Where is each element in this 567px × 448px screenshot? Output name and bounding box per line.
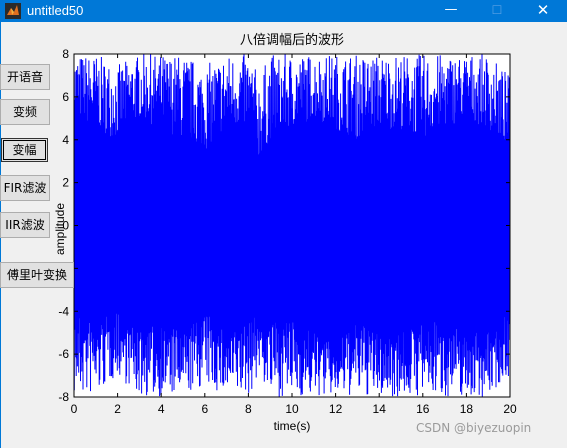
x-tick-label: 2 xyxy=(114,402,121,416)
iir-filter-button[interactable]: IIR滤波 xyxy=(0,212,50,238)
x-tick-label: 20 xyxy=(503,402,517,416)
x-tick-label: 8 xyxy=(245,402,252,416)
x-tick-label: 12 xyxy=(329,402,343,416)
fourier-transform-button[interactable]: 傅里叶变换 xyxy=(0,262,74,288)
y-tick-label: 4 xyxy=(62,133,69,147)
plot-canvas: 0246810121416182086420-2-4-6-8 xyxy=(58,47,517,416)
x-tick-label: 16 xyxy=(416,402,430,416)
x-tick-label: 6 xyxy=(201,402,208,416)
watermark: CSDN @biyezuopin xyxy=(416,421,532,435)
plot-title: 八倍调幅后的波形 xyxy=(239,33,344,48)
fir-filter-button[interactable]: FIR滤波 xyxy=(0,175,50,201)
x-tick-label: 14 xyxy=(373,402,387,416)
open-voice-button[interactable]: 开语音 xyxy=(0,64,50,90)
y-tick-label: -4 xyxy=(58,304,69,318)
y-tick-label: 6 xyxy=(62,90,69,104)
y-tick-label: 8 xyxy=(62,47,69,61)
change-amplitude-button[interactable]: 变幅 xyxy=(1,138,48,162)
x-tick-label: 4 xyxy=(158,402,165,416)
y-axis-label: amplitude xyxy=(53,202,68,256)
x-tick-label: 10 xyxy=(285,402,299,416)
y-tick-label: -6 xyxy=(58,347,69,361)
y-tick-label: -8 xyxy=(58,390,69,404)
x-tick-label: 0 xyxy=(71,402,78,416)
y-tick-label: 2 xyxy=(62,176,69,190)
x-tick-label: 18 xyxy=(460,402,474,416)
change-frequency-button[interactable]: 变频 xyxy=(0,99,50,125)
